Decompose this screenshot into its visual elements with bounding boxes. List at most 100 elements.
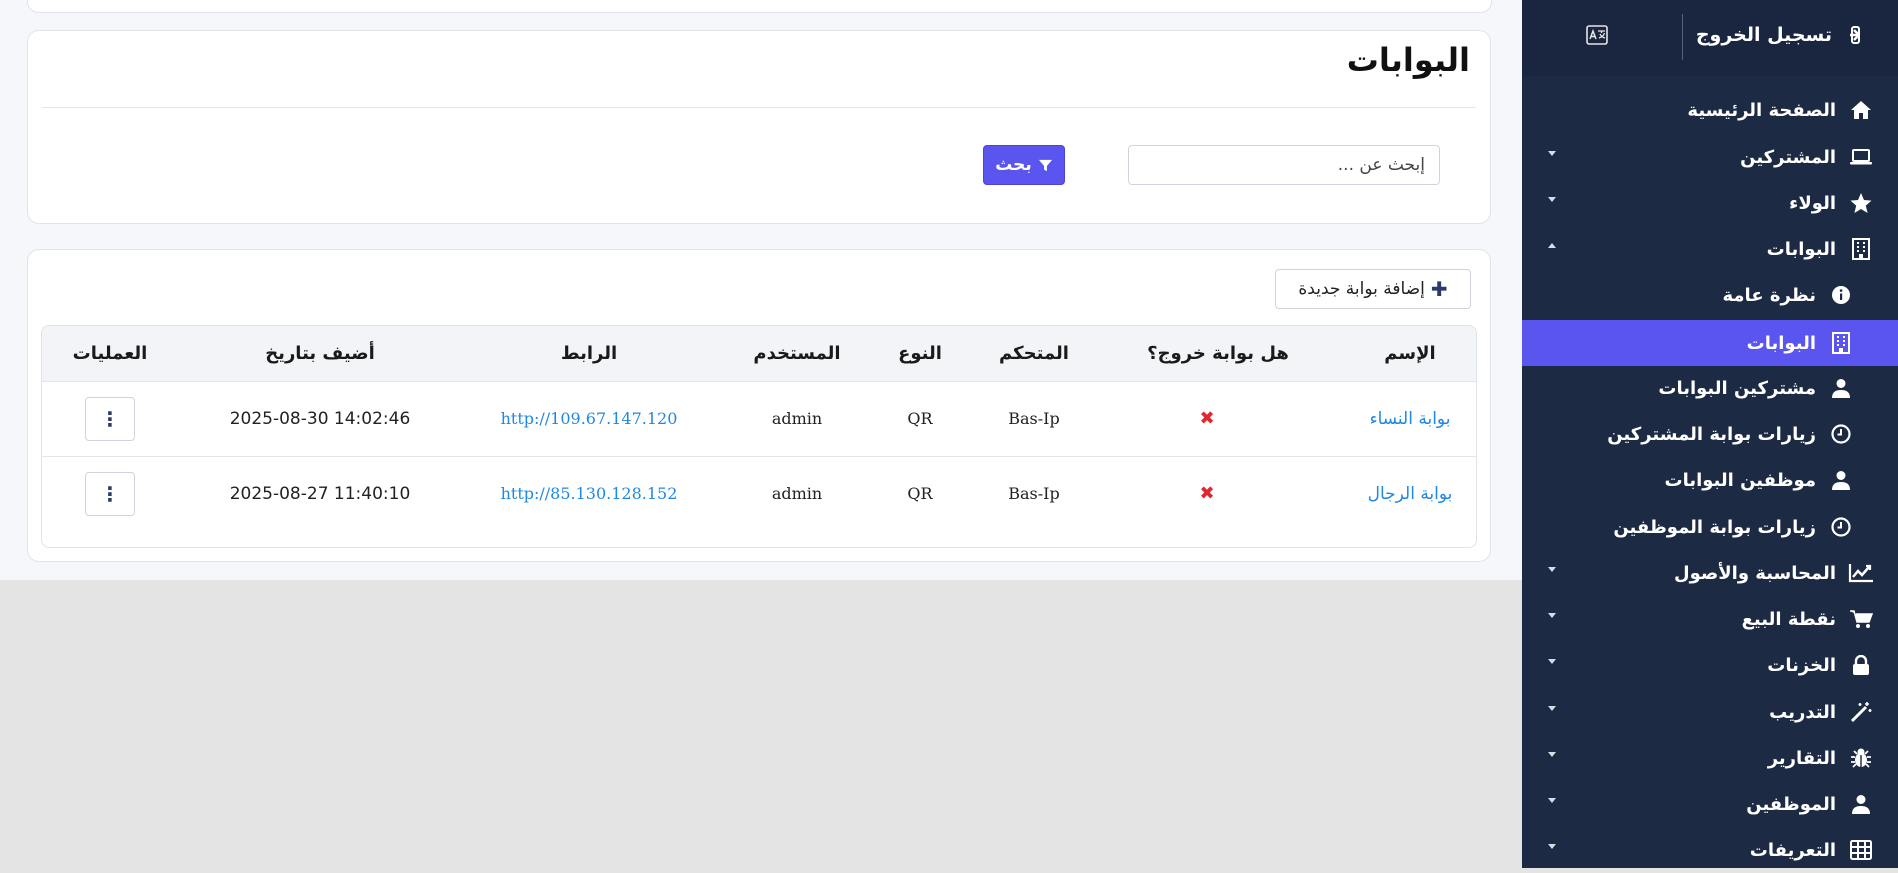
chevron-down-icon [1548, 613, 1556, 618]
page-title: البوابات [1346, 41, 1470, 79]
controller-value: Bas-Ip [1008, 484, 1060, 503]
column-header-name[interactable]: الإسم [1384, 326, 1435, 381]
chevron-down-icon [1548, 659, 1556, 664]
sidebar-item-label: الولاء [1789, 192, 1836, 214]
type-value: QR [907, 409, 933, 428]
laptop-icon [1848, 144, 1874, 170]
table-row: بوابة الرجال ✖ Bas-Ip QR admin http://85… [42, 456, 1476, 531]
actions-cell: ⋮ [85, 456, 135, 531]
logout-button[interactable]: تسجيل الخروج [1696, 24, 1860, 46]
sidebar-item-label: التدريب [1769, 701, 1836, 723]
sidebar-item-label: زيارات بوابة الموظفين [1613, 516, 1816, 538]
gate-name-link[interactable]: بوابة النساء [1370, 381, 1451, 456]
user-icon [1848, 791, 1874, 817]
sidebar-item-employees[interactable]: الموظفين [1522, 781, 1898, 827]
column-header-added-at[interactable]: أضيف بتاريخ [265, 326, 375, 381]
row-actions-button[interactable]: ⋮ [85, 396, 135, 441]
lock-icon [1848, 652, 1874, 678]
user-icon [1828, 375, 1854, 401]
sidebar-item-gates[interactable]: البوابات [1522, 226, 1898, 272]
header-divider [1682, 14, 1683, 60]
clock-icon [1828, 514, 1854, 540]
sidebar-item-safes[interactable]: الخزنات [1522, 642, 1898, 688]
search-input[interactable] [1128, 145, 1440, 185]
table-header: الإسم هل بوابة خروج؟ المتحكم النوع المست… [42, 326, 1476, 382]
sidebar-item-gates-list[interactable]: البوابات [1522, 320, 1898, 366]
sidebar-item-label: مشتركين البوابات [1658, 377, 1816, 399]
star-icon [1848, 190, 1874, 216]
table-row: بوابة النساء ✖ Bas-Ip QR admin http://10… [42, 381, 1476, 457]
filter-card: البوابات بحث [27, 30, 1491, 224]
gates-table-card: ✚ إضافة بوابة جديدة الإسم هل بوابة خروج؟… [27, 249, 1491, 562]
chart-line-icon [1848, 560, 1874, 586]
sidebar-item-label: المشتركين [1740, 146, 1836, 168]
sign-out-icon [1850, 26, 1860, 44]
add-gate-button[interactable]: ✚ إضافة بوابة جديدة [1275, 269, 1471, 309]
gate-url-link[interactable]: http://85.130.128.152 [501, 456, 678, 531]
sidebar: تسجيل الخروج الصفحة الرئيسية المشتركين ا… [1522, 0, 1898, 868]
sidebar-item-label: التقارير [1767, 747, 1836, 769]
added-at-value: 2025-08-27 11:40:10 [229, 483, 411, 504]
added-at-value: 2025-08-30 14:02:46 [229, 408, 411, 429]
kebab-menu-icon: ⋮ [100, 481, 120, 506]
gate-name-link[interactable]: بوابة الرجال [1368, 456, 1453, 531]
add-gate-button-label: إضافة بوابة جديدة [1298, 279, 1425, 299]
logout-label: تسجيل الخروج [1695, 24, 1832, 46]
chevron-down-icon [1548, 844, 1556, 849]
sidebar-item-gate-subscribers[interactable]: مشتركين البوابات [1522, 365, 1898, 411]
bug-icon [1848, 745, 1874, 771]
sidebar-item-label: الخزنات [1767, 654, 1836, 676]
plus-icon: ✚ [1430, 277, 1448, 301]
gates-table: الإسم هل بوابة خروج؟ المتحكم النوع المست… [41, 325, 1477, 548]
row-actions-button[interactable]: ⋮ [85, 471, 135, 516]
chevron-down-icon [1548, 798, 1556, 803]
sidebar-item-point-of-sale[interactable]: نقطة البيع [1522, 596, 1898, 642]
table-icon [1848, 837, 1874, 863]
column-header-exit-gate[interactable]: هل بوابة خروج؟ [1147, 326, 1289, 381]
sidebar-item-gate-employees[interactable]: موظفين البوابات [1522, 457, 1898, 503]
user-icon [1828, 467, 1854, 493]
exit-gate-no-icon: ✖ [1199, 408, 1215, 429]
column-header-controller[interactable]: المتحكم [999, 326, 1069, 381]
gate-url-link[interactable]: http://109.67.147.120 [501, 381, 678, 456]
chevron-down-icon [1548, 567, 1556, 572]
home-icon [1848, 97, 1874, 123]
column-header-actions: العمليات [72, 343, 148, 364]
chevron-down-icon [1548, 197, 1556, 202]
main-content: البوابات بحث ✚ إضافة بوابة جديدة الإسم ه… [0, 0, 1522, 580]
sidebar-item-accounting[interactable]: المحاسبة والأصول [1522, 550, 1898, 596]
chevron-down-icon [1548, 752, 1556, 757]
actions-cell: ⋮ [85, 381, 135, 456]
sidebar-item-home[interactable]: الصفحة الرئيسية [1522, 87, 1898, 133]
sidebar-item-label: المحاسبة والأصول [1673, 562, 1836, 584]
chevron-up-icon [1548, 243, 1556, 248]
user-value: admin [771, 409, 823, 428]
sidebar-item-subscribers[interactable]: المشتركين [1522, 134, 1898, 180]
sidebar-item-training[interactable]: التدريب [1522, 689, 1898, 735]
sidebar-item-subscriber-gate-visits[interactable]: زيارات بوابة المشتركين [1522, 411, 1898, 457]
column-header-type[interactable]: النوع [898, 326, 942, 381]
chevron-down-icon [1548, 151, 1556, 156]
sidebar-item-label: الصفحة الرئيسية [1687, 99, 1836, 121]
kebab-menu-icon: ⋮ [100, 406, 120, 431]
cart-icon [1848, 606, 1874, 632]
sidebar-item-loyalty[interactable]: الولاء [1522, 180, 1898, 226]
exit-gate-no-icon: ✖ [1199, 483, 1215, 504]
column-header-link[interactable]: الرابط [561, 326, 617, 381]
sidebar-item-definitions[interactable]: التعريفات [1522, 827, 1898, 873]
sidebar-header: تسجيل الخروج [1522, 0, 1898, 76]
chevron-down-icon [1548, 706, 1556, 711]
building-icon [1848, 236, 1874, 262]
sidebar-item-label: البوابات [1746, 332, 1816, 354]
sidebar-item-reports[interactable]: التقارير [1522, 735, 1898, 781]
search-button[interactable]: بحث [983, 145, 1065, 185]
sidebar-item-label: نقطة البيع [1741, 608, 1836, 630]
language-icon[interactable] [1586, 24, 1608, 50]
column-header-user[interactable]: المستخدم [753, 326, 840, 381]
sidebar-item-label: التعريفات [1749, 839, 1836, 861]
sidebar-item-employee-gate-visits[interactable]: زيارات بوابة الموظفين [1522, 504, 1898, 550]
sidebar-item-overview[interactable]: نظرة عامة [1522, 272, 1898, 318]
type-value: QR [907, 484, 933, 503]
building-icon [1828, 330, 1854, 356]
sidebar-item-label: موظفين البوابات [1664, 469, 1817, 491]
